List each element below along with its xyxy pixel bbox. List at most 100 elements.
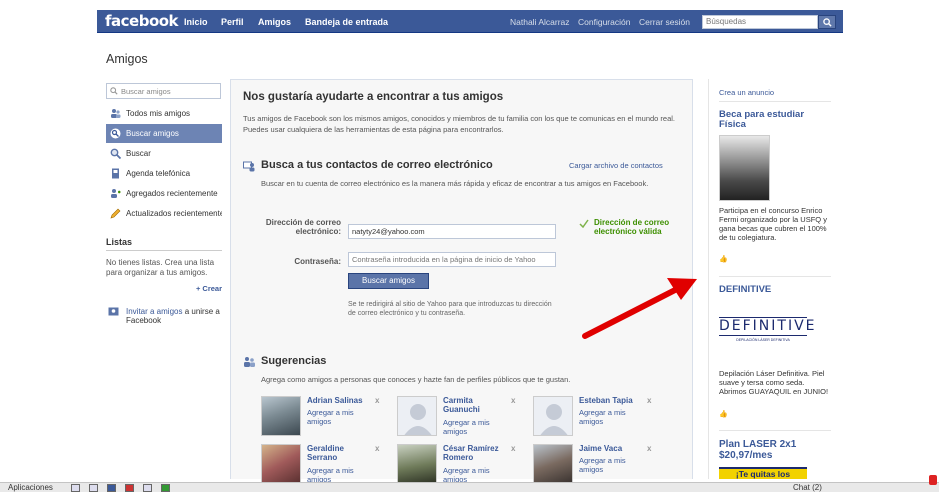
facebook-logo[interactable]: facebook: [105, 12, 179, 30]
dismiss-suggestion-button[interactable]: x: [375, 444, 379, 453]
nav-perfil[interactable]: Perfil: [221, 17, 244, 27]
suggestion-card: Geraldine Serrano x Agregar a mis amigos: [261, 444, 391, 484]
phonebook-icon: [112, 168, 119, 179]
invite-icon: [108, 307, 119, 316]
app-icon[interactable]: [107, 484, 116, 492]
create-ad-link[interactable]: Crea un anuncio: [719, 88, 774, 97]
sidebar-item-label: Actualizados recientemente: [126, 209, 222, 218]
global-search-button[interactable]: [818, 15, 836, 29]
nav-amigos[interactable]: Amigos: [258, 17, 291, 27]
add-friend-link[interactable]: Agregar a mis amigos: [307, 408, 377, 426]
friends-icon: [111, 109, 121, 118]
sidebar-item-buscar[interactable]: Buscar: [106, 144, 222, 163]
sidebar-item-label: Buscar amigos: [126, 129, 179, 138]
nav-inicio[interactable]: Inicio: [184, 17, 208, 27]
add-friend-link[interactable]: Agregar a mis amigos: [579, 456, 649, 474]
sidebar-item-buscar-amigos[interactable]: Buscar amigos: [106, 124, 222, 143]
suggestions-title: Sugerencias: [261, 355, 327, 367]
app-icon[interactable]: [71, 484, 80, 492]
lists-heading: Listas: [106, 237, 222, 251]
ad-like-icon[interactable]: 👍: [719, 410, 728, 418]
add-friend-link[interactable]: Agregar a mis amigos: [579, 408, 649, 426]
email-label: Dirección de correo electrónico:: [265, 218, 341, 236]
sidebar-item-todos-mis-amigos[interactable]: Todos mis amigos: [106, 104, 222, 123]
email-contacts-icon: [243, 161, 255, 172]
suggestion-name[interactable]: César Ramírez Romero: [443, 444, 507, 462]
create-list-link[interactable]: + Crear: [106, 284, 222, 293]
email-valid-message: Dirección de correo electrónico válida: [594, 218, 670, 236]
app-icon[interactable]: [143, 484, 152, 492]
suggestion-name[interactable]: Esteban Tapia: [579, 396, 643, 405]
notification-badge[interactable]: [929, 475, 937, 485]
suggestion-photo[interactable]: [397, 396, 437, 436]
suggestion-photo[interactable]: [397, 444, 437, 484]
ad-banner-laser[interactable]: ¡Te quitas los: [719, 467, 807, 479]
ad-body: Participa en el concurso Enrico Fermi or…: [719, 206, 827, 242]
dismiss-suggestion-button[interactable]: x: [647, 444, 651, 453]
invite-friends-link[interactable]: Invitar a amigos: [126, 307, 182, 316]
dismiss-suggestion-button[interactable]: x: [647, 396, 651, 405]
find-friends-icon: [110, 128, 121, 139]
suggestion-card: Esteban Tapia x Agregar a mis amigos: [533, 396, 663, 436]
ad-title[interactable]: DEFINITIVE: [719, 285, 831, 295]
friend-search-input[interactable]: Buscar amigos: [106, 83, 221, 99]
suggestion-name[interactable]: Geraldine Serrano: [307, 444, 371, 462]
definitive-logo: DEFINITIVE: [719, 317, 817, 336]
recent-friends-icon: [111, 189, 121, 198]
suggestion-photo[interactable]: [261, 396, 301, 436]
dismiss-suggestion-button[interactable]: x: [511, 396, 515, 405]
chat-button[interactable]: Chat (2): [793, 483, 822, 492]
default-avatar-icon: [540, 404, 568, 435]
sidebar-item-agenda-telefonica[interactable]: Agenda telefónica: [106, 164, 222, 183]
add-friend-link[interactable]: Agregar a mis amigos: [443, 418, 513, 436]
suggestion-card: Adrian Salinas x Agregar a mis amigos: [261, 396, 391, 436]
email-section-description: Buscar en tu cuenta de correo electrónic…: [261, 179, 649, 188]
sidebar-item-label: Agregados recientemente: [126, 189, 218, 198]
global-search-input[interactable]: Búsquedas: [702, 15, 818, 29]
top-bar: facebook Inicio Perfil Amigos Bandeja de…: [0, 0, 939, 33]
suggestion-name[interactable]: Jaime Vaca: [579, 444, 643, 453]
app-icon[interactable]: [89, 484, 98, 492]
email-section-title: Busca a tus contactos de correo electrón…: [261, 159, 493, 171]
search-icon: [110, 148, 121, 159]
dismiss-suggestion-button[interactable]: x: [375, 396, 379, 405]
page-title: Amigos: [106, 52, 148, 66]
applications-label[interactable]: Aplicaciones: [8, 483, 53, 492]
password-field[interactable]: Contraseña introducida en la página de i…: [348, 252, 556, 267]
ad-image-definitive[interactable]: DEFINITIVE DEPILACIÓN LÁSER DEFINITIVA: [719, 317, 817, 345]
logout-link[interactable]: Cerrar sesión: [639, 17, 690, 27]
app-icon[interactable]: [161, 484, 170, 492]
ad-like-icon[interactable]: 👍: [719, 255, 728, 263]
ad-body: Depilación Láser Definitiva. Piel suave …: [719, 369, 829, 396]
main-description: Tus amigos de Facebook son los mismos am…: [243, 114, 676, 134]
red-arrow-annotation: [582, 278, 697, 339]
main-title: Nos gustaría ayudarte a encontrar a tus …: [243, 91, 504, 103]
suggestion-card: Carmita Guanuchi x Agregar a mis amigos: [397, 396, 527, 436]
suggestion-photo[interactable]: [533, 444, 573, 484]
sidebar-item-actualizados-recientemente[interactable]: Actualizados recientemente: [106, 204, 222, 223]
sidebar-item-label: Buscar: [126, 149, 151, 158]
suggestion-photo[interactable]: [261, 444, 301, 484]
ads-column: Crea un anuncio Beca para estudiar Físic…: [708, 79, 834, 479]
user-name-link[interactable]: Nathali Alcarraz: [510, 17, 570, 27]
ad-title[interactable]: Plan LASER 2x1 $20,97/mes: [719, 439, 831, 461]
find-friends-button[interactable]: Buscar amigos: [348, 273, 429, 289]
suggestion-name[interactable]: Carmita Guanuchi: [443, 396, 507, 414]
app-icon[interactable]: [125, 484, 134, 492]
settings-link[interactable]: Configuración: [578, 17, 630, 27]
upload-contacts-link[interactable]: Cargar archivo de contactos: [569, 161, 663, 170]
email-field[interactable]: natyty24@yahoo.com: [348, 224, 556, 239]
sidebar-item-label: Todos mis amigos: [126, 109, 191, 118]
suggestions-description: Agrega como amigos a personas que conoce…: [261, 375, 571, 384]
sidebar-item-agregados-recientemente[interactable]: Agregados recientemente: [106, 184, 222, 203]
checkmark-icon: [579, 219, 589, 228]
ad-image-einstein[interactable]: [719, 135, 770, 201]
ad-title[interactable]: Beca para estudiar Física: [719, 110, 831, 130]
suggestion-name[interactable]: Adrian Salinas: [307, 396, 371, 405]
password-label: Contraseña:: [294, 257, 341, 266]
yahoo-redirect-note: Se te redirigirá al sitio de Yahoo para …: [348, 301, 552, 317]
friend-search-placeholder: Buscar amigos: [121, 87, 171, 96]
nav-bandeja[interactable]: Bandeja de entrada: [305, 17, 388, 27]
suggestion-photo[interactable]: [533, 396, 573, 436]
dismiss-suggestion-button[interactable]: x: [511, 444, 515, 453]
